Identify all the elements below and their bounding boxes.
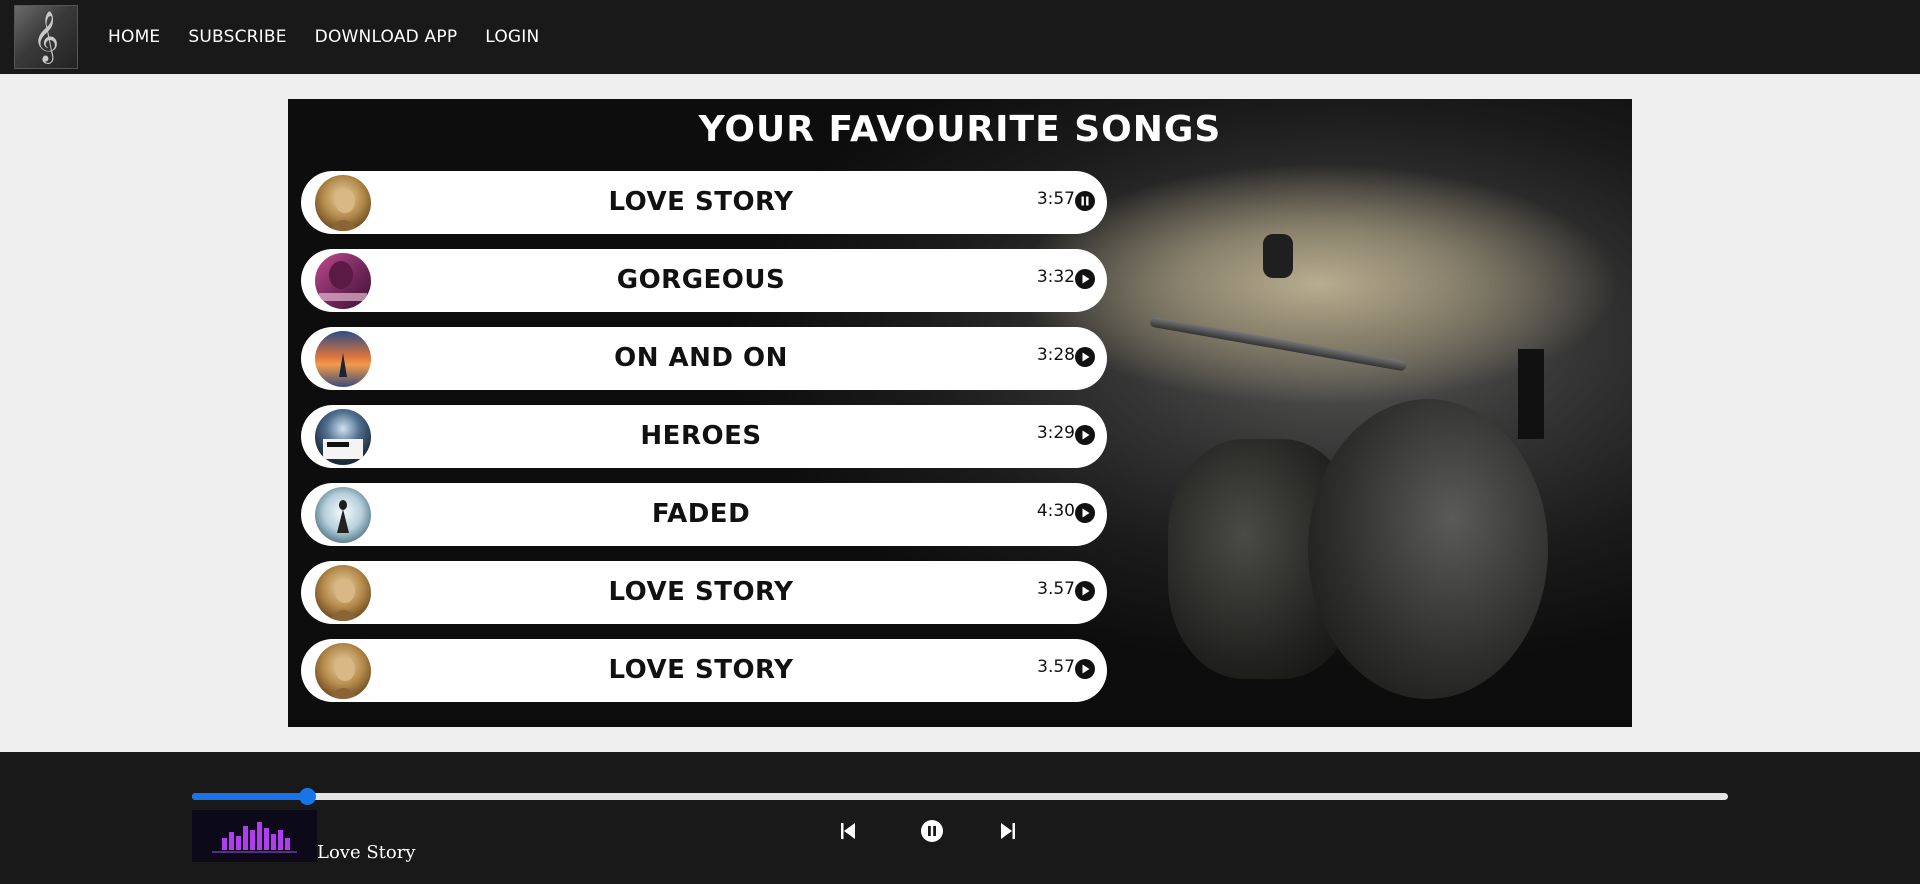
song-title: ON AND ON xyxy=(614,343,788,373)
song-row[interactable]: ON AND ON 3:28 xyxy=(301,327,1107,390)
background-tonearm xyxy=(1149,316,1407,372)
song-duration: 3:28 xyxy=(1036,345,1075,365)
album-cover-image xyxy=(315,331,371,387)
album-cover-image xyxy=(315,253,371,309)
play-circle-icon[interactable] xyxy=(1075,347,1095,367)
previous-icon xyxy=(841,823,855,839)
song-title: LOVE STORY xyxy=(608,655,794,685)
page-title: YOUR FAVOURITE SONGS xyxy=(698,109,1222,150)
seek-progress xyxy=(192,793,308,800)
play-circle-icon[interactable] xyxy=(1075,425,1095,445)
song-duration: 3:32 xyxy=(1036,267,1075,287)
seek-slider[interactable] xyxy=(192,788,1728,805)
nav-links: HOME SUBSCRIBE DOWNLOAD APP LOGIN xyxy=(94,27,553,47)
song-title: LOVE STORY xyxy=(608,187,794,217)
album-cover-image xyxy=(315,175,371,231)
song-title: FADED xyxy=(651,499,751,529)
background-stylus xyxy=(1518,349,1544,439)
nav-subscribe-link[interactable]: SUBSCRIBE xyxy=(188,27,286,47)
next-icon xyxy=(1001,823,1015,839)
pause-circle-icon[interactable] xyxy=(1075,191,1095,211)
seek-track xyxy=(192,793,1728,800)
song-row[interactable]: FADED 4:30 xyxy=(301,483,1107,546)
play-circle-icon[interactable] xyxy=(1075,269,1095,289)
nav-download-app-link[interactable]: DOWNLOAD APP xyxy=(315,27,458,47)
song-title: GORGEOUS xyxy=(616,265,786,295)
background-spindle xyxy=(1263,234,1293,278)
background-counterweight xyxy=(1308,399,1548,699)
play-circle-icon[interactable] xyxy=(1075,503,1095,523)
album-cover-image xyxy=(315,409,371,465)
song-duration: 3.57 xyxy=(1037,579,1075,599)
play-circle-icon[interactable] xyxy=(1075,581,1095,601)
song-row[interactable]: HEROES 3:29 xyxy=(301,405,1107,468)
nav-home-link[interactable]: HOME xyxy=(108,27,160,47)
treble-clef-icon: 𝄞 xyxy=(32,11,59,62)
song-row[interactable]: LOVE STORY 3.57 xyxy=(301,561,1107,624)
now-playing-artwork xyxy=(192,810,317,862)
song-duration: 3:29 xyxy=(1036,423,1075,443)
song-title: LOVE STORY xyxy=(608,577,794,607)
play-pause-button[interactable] xyxy=(917,816,947,846)
pause-circle-icon xyxy=(921,820,943,842)
song-duration: 3.57 xyxy=(1037,657,1075,677)
play-circle-icon[interactable] xyxy=(1075,659,1095,679)
previous-button[interactable] xyxy=(833,816,863,846)
song-list: LOVE STORY 3:57 GORGEOUS 3:32 ON AND ON … xyxy=(301,171,1107,717)
next-button[interactable] xyxy=(993,816,1023,846)
song-row[interactable]: GORGEOUS 3:32 xyxy=(301,249,1107,312)
player-bar: Love Story xyxy=(0,752,1920,884)
song-duration: 4:30 xyxy=(1036,501,1075,521)
seek-handle[interactable] xyxy=(299,788,317,805)
song-row[interactable]: LOVE STORY 3:57 xyxy=(301,171,1107,234)
top-nav: 𝄞 HOME SUBSCRIBE DOWNLOAD APP LOGIN xyxy=(0,0,1920,74)
now-playing-title: Love Story xyxy=(317,842,416,863)
song-duration: 3:57 xyxy=(1036,189,1075,209)
song-row[interactable]: LOVE STORY 3.57 xyxy=(301,639,1107,702)
album-cover-image xyxy=(315,487,371,543)
song-title: HEROES xyxy=(640,421,762,451)
logo[interactable]: 𝄞 xyxy=(14,5,78,69)
nav-login-link[interactable]: LOGIN xyxy=(485,27,539,47)
album-cover-image xyxy=(315,643,371,699)
favourites-panel: YOUR FAVOURITE SONGS LOVE STORY 3:57 GOR… xyxy=(288,99,1632,727)
album-cover-image xyxy=(315,565,371,621)
